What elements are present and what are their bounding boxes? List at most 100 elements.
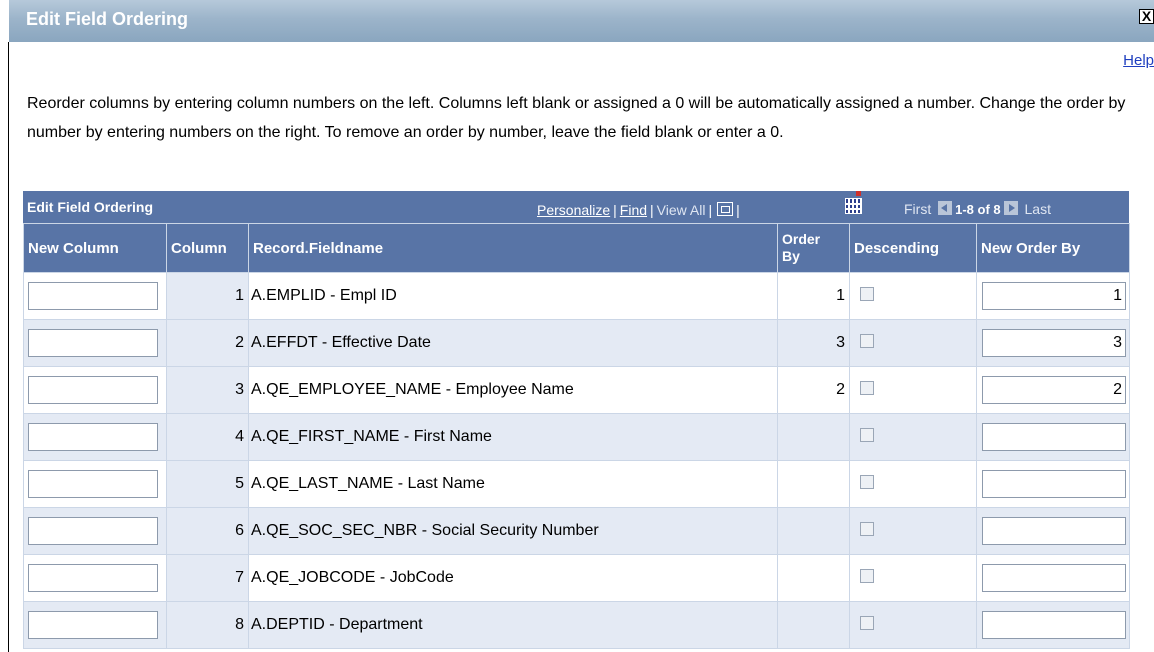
new-order-by-cell	[976, 460, 1130, 508]
new-column-cell	[23, 601, 167, 649]
fieldname: A.EFFDT - Effective Date	[248, 319, 778, 367]
order-by-value	[777, 413, 850, 461]
order-by-value	[777, 554, 850, 602]
column-number: 4	[166, 413, 249, 461]
header-descending: Descending	[849, 223, 977, 273]
descending-cell	[849, 460, 977, 508]
column-number: 1	[166, 272, 249, 320]
order-by-value: 2	[777, 366, 850, 414]
table-row: 4 A.QE_FIRST_NAME - First Name	[23, 413, 1130, 461]
dialog-title: Edit Field Ordering	[26, 9, 189, 29]
descending-cell	[849, 366, 977, 414]
column-number: 5	[166, 460, 249, 508]
table-row: 6 A.QE_SOC_SEC_NBR - Social Security Num…	[23, 507, 1130, 555]
download-marker-icon	[856, 191, 861, 196]
header-column: Column	[166, 223, 249, 273]
new-column-input[interactable]	[28, 470, 158, 498]
descending-checkbox[interactable]	[860, 333, 874, 348]
download-grid-icon[interactable]	[845, 198, 862, 214]
new-column-input[interactable]	[28, 517, 158, 545]
column-number: 7	[166, 554, 249, 602]
grid-header-bar: Edit Field Ordering Personalize | Find | Vie…	[23, 191, 1129, 223]
new-order-by-cell	[976, 413, 1130, 461]
new-order-by-input[interactable]	[982, 611, 1126, 639]
new-column-cell	[23, 272, 167, 320]
new-order-by-cell	[976, 554, 1130, 602]
table-row: 1 A.EMPLID - Empl ID 1	[23, 272, 1130, 320]
first-label: First	[904, 201, 932, 217]
help-link[interactable]: Help	[1123, 52, 1154, 69]
new-order-by-input[interactable]	[982, 376, 1126, 404]
order-by-value: 1	[777, 272, 850, 320]
descending-checkbox[interactable]	[860, 474, 874, 489]
new-column-input[interactable]	[28, 282, 158, 310]
fieldname: A.DEPTID - Department	[248, 601, 778, 649]
descending-checkbox[interactable]	[860, 521, 874, 536]
personalize-link[interactable]: Personalize	[537, 202, 610, 218]
descending-cell	[849, 413, 977, 461]
dialog-left-border	[8, 42, 9, 652]
table-row: 8 A.DEPTID - Department	[23, 601, 1130, 649]
descending-cell	[849, 272, 977, 320]
new-order-by-input[interactable]	[982, 423, 1126, 451]
new-column-cell	[23, 413, 167, 461]
new-order-by-input[interactable]	[982, 517, 1126, 545]
descending-checkbox[interactable]	[860, 286, 874, 301]
new-column-input[interactable]	[28, 329, 158, 357]
new-column-cell	[23, 319, 167, 367]
fieldname: A.QE_EMPLOYEE_NAME - Employee Name	[248, 366, 778, 414]
table-row: 2 A.EFFDT - Effective Date 3	[23, 319, 1130, 367]
header-new-column: New Column	[23, 223, 167, 273]
order-by-value	[777, 507, 850, 555]
descending-checkbox[interactable]	[860, 615, 874, 630]
fieldname: A.QE_LAST_NAME - Last Name	[248, 460, 778, 508]
table-row: 3 A.QE_EMPLOYEE_NAME - Employee Name 2	[23, 366, 1130, 414]
fieldname: A.EMPLID - Empl ID	[248, 272, 778, 320]
grid-pager: First 1-8 of 8 Last	[904, 201, 1051, 217]
descending-cell	[849, 601, 977, 649]
descending-checkbox[interactable]	[860, 427, 874, 442]
previous-arrow-icon[interactable]	[938, 201, 953, 215]
new-column-cell	[23, 554, 167, 602]
new-order-by-input[interactable]	[982, 564, 1126, 592]
header-order-by-line2: By	[782, 248, 800, 264]
table-row: 7 A.QE_JOBCODE - JobCode	[23, 554, 1130, 602]
new-column-input[interactable]	[28, 423, 158, 451]
new-order-by-input[interactable]	[982, 329, 1126, 357]
new-column-input[interactable]	[28, 611, 158, 639]
header-new-order-by: New Order By	[976, 223, 1130, 273]
zoom-icon[interactable]	[717, 202, 734, 216]
close-icon[interactable]: X	[1139, 9, 1154, 24]
new-column-input[interactable]	[28, 564, 158, 592]
new-column-cell	[23, 507, 167, 555]
new-column-input[interactable]	[28, 376, 158, 404]
column-number: 2	[166, 319, 249, 367]
column-number: 8	[166, 601, 249, 649]
order-by-value: 3	[777, 319, 850, 367]
next-arrow-icon[interactable]	[1003, 201, 1018, 215]
row-range: 1-8 of 8	[955, 202, 1001, 217]
descending-checkbox[interactable]	[860, 568, 874, 583]
dialog-title-bar: Edit Field Ordering X	[9, 0, 1154, 42]
find-link[interactable]: Find	[620, 202, 647, 218]
descending-checkbox[interactable]	[860, 380, 874, 395]
fieldname: A.QE_JOBCODE - JobCode	[248, 554, 778, 602]
descending-cell	[849, 554, 977, 602]
new-order-by-input[interactable]	[982, 470, 1126, 498]
new-order-by-input[interactable]	[982, 282, 1126, 310]
table-header-row: New Column Column Record.Fieldname Order…	[23, 223, 1130, 273]
column-number: 6	[166, 507, 249, 555]
order-by-value	[777, 601, 850, 649]
order-by-value	[777, 460, 850, 508]
fieldname: A.QE_FIRST_NAME - First Name	[248, 413, 778, 461]
view-all-link: View All	[656, 202, 706, 218]
new-order-by-cell	[976, 601, 1130, 649]
header-order-by: Order By	[777, 223, 850, 273]
new-order-by-cell	[976, 507, 1130, 555]
header-fieldname: Record.Fieldname	[248, 223, 778, 273]
new-column-cell	[23, 460, 167, 508]
new-column-cell	[23, 366, 167, 414]
descending-cell	[849, 319, 977, 367]
descending-cell	[849, 507, 977, 555]
table-row: 5 A.QE_LAST_NAME - Last Name	[23, 460, 1130, 508]
